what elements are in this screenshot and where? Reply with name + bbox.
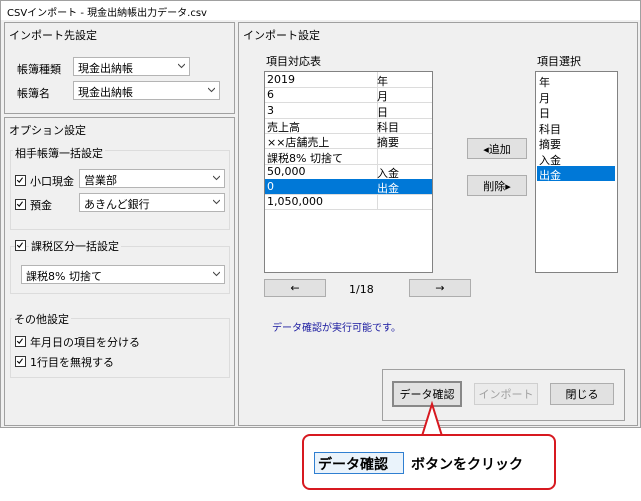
tax-checkbox[interactable] [15,240,26,251]
table-row[interactable]: 6月 [265,87,432,104]
page-indicator: 1/18 [349,283,374,296]
table-row[interactable]: 課税8% 切捨て [265,149,432,165]
table-row[interactable]: 2019 年 [265,72,432,88]
chevron-down-icon [213,175,220,181]
field-select-label: 項目選択 [537,55,581,68]
book-name-value: 現金出納帳 [78,86,133,99]
table-cell-value: 0 [267,180,274,194]
import-label: インポート [478,388,534,401]
import-destination-header: インポート先設定 [9,29,97,42]
table-row[interactable]: 50,000 入金 [265,164,432,180]
tax-value: 課税8% 切捨て [26,270,102,283]
book-name-label: 帳簿名 [17,87,50,100]
options-panel: オプション設定 相手帳簿一括設定 小口現金 営業部 預金 あきんど銀行 課税区分… [4,117,235,426]
next-page-label: → [435,281,445,295]
petty-cash-value: 営業部 [84,174,117,187]
list-item[interactable]: 入金 [537,151,615,167]
checkmark-icon [16,338,23,344]
list-item[interactable]: 出金 [537,166,615,182]
deposit-checkbox[interactable] [15,199,26,210]
chevron-down-icon [213,271,220,277]
book-type-value: 現金出納帳 [78,62,133,75]
table-row[interactable]: 1,050,000 [265,194,432,211]
mapping-table-label: 項目対応表 [266,55,321,68]
table-cell-value: 2019 [267,73,295,86]
import-settings-header: インポート設定 [243,29,320,42]
skip-first-row-checkbox[interactable] [15,356,26,367]
counter-book-group [10,150,230,230]
chevron-down-icon [208,87,215,93]
table-cell-value: 3 [267,103,274,117]
petty-cash-select[interactable]: 営業部 [79,169,225,188]
add-button[interactable]: ◂追加 [467,138,527,159]
chevron-down-icon [178,63,185,69]
close-label: 閉じる [565,388,599,401]
table-row[interactable]: ××店舗売上 摘要 [265,133,432,150]
tax-group-label: 課税区分一括設定 [29,238,121,254]
prev-page-button[interactable]: ← [264,279,326,297]
list-item-label: 出金 [539,169,561,182]
book-type-label: 帳簿種類 [17,63,61,76]
title-bar: CSVインポート - 現金出納帳出力データ.csv [1,1,640,20]
callout-pointer [420,400,444,436]
table-cell-value: 50,000 [267,164,306,178]
import-destination-panel: インポート先設定 帳簿種類 現金出納帳 帳簿名 現金出納帳 [4,22,235,114]
checkmark-icon [16,201,23,207]
prev-page-label: ← [290,281,300,295]
next-page-button[interactable]: → [409,279,471,297]
remove-button-label: 削除▸ [483,179,511,193]
list-item[interactable]: 年 [537,73,615,89]
remove-button[interactable]: 削除▸ [467,175,527,196]
instruction-callout: データ確認 ボタンをクリック [302,434,556,490]
table-row[interactable]: 3日 [265,103,432,119]
mapping-table[interactable]: 2019 年 6 月 3 日売上高 科目 ××店舗売上 摘要 課税8% 切捨て 50,000 入金 0 出… [264,71,433,273]
list-item[interactable]: 月 [537,89,615,105]
checkmark-icon [16,358,23,364]
book-type-select[interactable]: 現金出納帳 [73,57,190,76]
deposit-select[interactable]: あきんど銀行 [79,193,225,212]
list-item[interactable]: 摘要 [537,135,615,151]
table-cell-value: 6 [267,88,274,102]
import-settings-panel: インポート設定 項目対応表 2019 年 6 月 3 日売上高 科目 ××店舗売上 摘要 課税8%… [238,22,638,426]
options-header: オプション設定 [9,124,86,137]
skip-first-row-label: 1行目を無視する [30,356,114,369]
tax-select[interactable]: 課税8% 切捨て [21,265,225,284]
book-name-select[interactable]: 現金出納帳 [73,81,220,100]
status-message: データ確認が実行可能です。 [272,323,401,334]
table-row[interactable]: 0 出金 [265,179,432,196]
counter-book-group-label: 相手帳簿一括設定 [13,145,105,161]
other-settings-group-label: その他設定 [12,311,71,327]
close-button[interactable]: 閉じる [550,383,614,405]
callout-highlight-text: データ確認 [318,457,388,473]
csv-import-dialog: CSVインポート - 現金出納帳出力データ.csv インポート先設定 帳簿種類 … [0,0,641,428]
table-row[interactable]: 売上高 科目 [265,118,432,134]
list-item[interactable]: 科目 [537,120,615,136]
deposit-label: 預金 [30,199,52,212]
checkmark-icon [16,177,23,183]
callout-text: ボタンをクリック [411,457,523,473]
window-title: CSVインポート - 現金出納帳出力データ.csv [7,8,207,19]
checkmark-icon [16,242,23,248]
chevron-down-icon [213,199,220,205]
field-select-list[interactable]: 年月日科目 摘要 入金出金 [535,71,618,273]
split-date-label: 年月日の項目を分ける [30,336,140,349]
split-date-checkbox[interactable] [15,336,26,347]
table-cell-value: 1,050,000 [267,195,323,209]
deposit-value: あきんど銀行 [84,198,150,211]
petty-cash-checkbox[interactable] [15,175,26,186]
petty-cash-label: 小口現金 [30,175,74,188]
list-item[interactable]: 日 [537,104,615,120]
add-button-label: ◂追加 [483,142,511,156]
import-button[interactable]: インポート [474,383,538,405]
